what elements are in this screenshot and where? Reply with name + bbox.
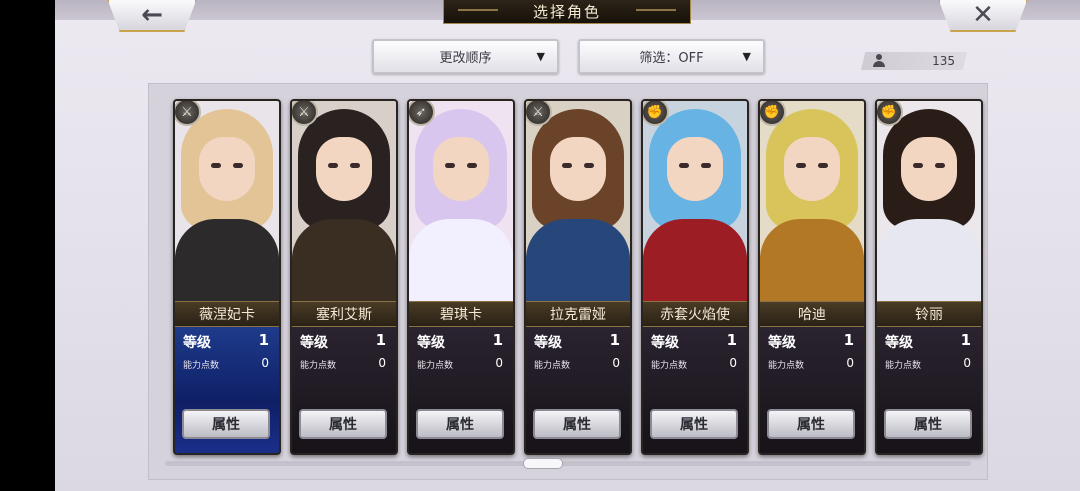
character-stats: 等级 1 能力点数 0 属性 (526, 327, 630, 453)
level-value: 1 (726, 331, 737, 349)
back-button[interactable]: ← (107, 0, 197, 32)
attribute-button[interactable]: 属性 (416, 409, 504, 439)
sort-dropdown-label: 更改顺序 (439, 51, 492, 66)
character-name: 拉克雷娅 (526, 301, 630, 327)
level-label: 等级 (534, 335, 562, 351)
ability-points-label: 能力点数 (651, 361, 688, 371)
ability-points-value: 0 (846, 356, 854, 370)
close-button[interactable]: ✕ (938, 0, 1028, 32)
level-label: 等级 (300, 335, 328, 351)
attribute-button[interactable]: 属性 (650, 409, 738, 439)
level-value: 1 (258, 331, 269, 349)
scrollbar-thumb[interactable] (523, 458, 563, 469)
character-name: 哈迪 (760, 301, 864, 327)
ability-points-label: 能力点数 (417, 361, 454, 371)
character-stats: 等级 1 能力点数 0 属性 (175, 327, 279, 453)
weapon-type-icon: ⚔ (175, 101, 201, 126)
character-card[interactable]: ✊ 赤套火焰使 等级 1 能力点数 0 属性 (641, 99, 749, 455)
level-value: 1 (843, 331, 854, 349)
character-list-panel: ⚔ 薇涅妃卡 等级 1 能力点数 0 属性 ⚔ 塞利艾斯 等级 1 能力点数 0… (148, 83, 988, 480)
character-stats: 等级 1 能力点数 0 属性 (409, 327, 513, 453)
level-value: 1 (960, 331, 971, 349)
character-card[interactable]: ✊ 哈迪 等级 1 能力点数 0 属性 (758, 99, 866, 455)
character-card[interactable]: ➶ 碧琪卡 等级 1 能力点数 0 属性 (407, 99, 515, 455)
level-label: 等级 (651, 335, 679, 351)
weapon-type-icon: ✊ (643, 101, 669, 126)
weapon-type-icon: ➶ (409, 101, 435, 126)
ability-points-label: 能力点数 (300, 361, 337, 371)
character-name: 塞利艾斯 (292, 301, 396, 327)
level-value: 1 (375, 331, 386, 349)
attribute-button[interactable]: 属性 (884, 409, 972, 439)
character-portrait[interactable] (760, 101, 864, 301)
ability-points-value: 0 (261, 356, 269, 370)
character-name: 铃丽 (877, 301, 981, 327)
character-stats: 等级 1 能力点数 0 属性 (877, 327, 981, 453)
filter-dropdown[interactable]: 筛选：OFF ▼ (578, 39, 765, 74)
level-label: 等级 (183, 335, 211, 351)
character-portrait[interactable] (409, 101, 513, 301)
ability-points-value: 0 (378, 356, 386, 370)
attribute-button[interactable]: 属性 (767, 409, 855, 439)
level-label: 等级 (768, 335, 796, 351)
sort-dropdown[interactable]: 更改顺序 ▼ (372, 39, 559, 74)
character-stats: 等级 1 能力点数 0 属性 (643, 327, 747, 453)
ability-points-label: 能力点数 (768, 361, 805, 371)
character-name: 碧琪卡 (409, 301, 513, 327)
character-card[interactable]: ⚔ 薇涅妃卡 等级 1 能力点数 0 属性 (173, 99, 281, 455)
close-icon: ✕ (972, 0, 994, 30)
ability-points-value: 0 (495, 356, 503, 370)
chevron-down-icon: ▼ (536, 50, 545, 63)
horizontal-scrollbar[interactable] (165, 458, 971, 469)
level-label: 等级 (417, 335, 445, 351)
character-count: 135 (932, 54, 955, 68)
character-portrait[interactable] (877, 101, 981, 301)
character-stats: 等级 1 能力点数 0 属性 (292, 327, 396, 453)
character-card[interactable]: ⚔ 塞利艾斯 等级 1 能力点数 0 属性 (290, 99, 398, 455)
ability-points-value: 0 (963, 356, 971, 370)
character-stats: 等级 1 能力点数 0 属性 (760, 327, 864, 453)
character-portrait[interactable] (643, 101, 747, 301)
character-portrait[interactable] (292, 101, 396, 301)
character-portrait[interactable] (175, 101, 279, 301)
ability-points-label: 能力点数 (885, 361, 922, 371)
character-name: 薇涅妃卡 (175, 301, 279, 327)
character-card[interactable]: ✊ 铃丽 等级 1 能力点数 0 属性 (875, 99, 983, 455)
character-count-badge: 135 (861, 52, 967, 70)
weapon-type-icon: ✊ (877, 101, 903, 126)
weapon-type-icon: ✊ (760, 101, 786, 126)
character-select-screen: ← 选择角色 ✕ 更改顺序 ▼ 筛选：OFF ▼ 135 ⚔ 薇涅妃卡 等级 1… (55, 0, 1080, 491)
attribute-button[interactable]: 属性 (533, 409, 621, 439)
weapon-type-icon: ⚔ (526, 101, 552, 126)
page-title-text: 选择角色 (532, 3, 601, 21)
level-value: 1 (609, 331, 620, 349)
page-title: 选择角色 (443, 0, 691, 24)
attribute-button[interactable]: 属性 (299, 409, 387, 439)
weapon-type-icon: ⚔ (292, 101, 318, 126)
character-card-list: ⚔ 薇涅妃卡 等级 1 能力点数 0 属性 ⚔ 塞利艾斯 等级 1 能力点数 0… (173, 99, 987, 455)
character-card[interactable]: ⚔ 拉克雷娅 等级 1 能力点数 0 属性 (524, 99, 632, 455)
ability-points-label: 能力点数 (183, 361, 220, 371)
level-value: 1 (492, 331, 503, 349)
level-label: 等级 (885, 335, 913, 351)
character-portrait[interactable] (526, 101, 630, 301)
character-name: 赤套火焰使 (643, 301, 747, 327)
ability-points-value: 0 (612, 356, 620, 370)
attribute-button[interactable]: 属性 (182, 409, 270, 439)
back-arrow-icon: ← (141, 0, 163, 30)
chevron-down-icon: ▼ (742, 50, 751, 63)
filter-dropdown-label: 筛选：OFF (639, 51, 704, 66)
ability-points-label: 能力点数 (534, 361, 571, 371)
person-icon (873, 54, 885, 67)
ability-points-value: 0 (729, 356, 737, 370)
